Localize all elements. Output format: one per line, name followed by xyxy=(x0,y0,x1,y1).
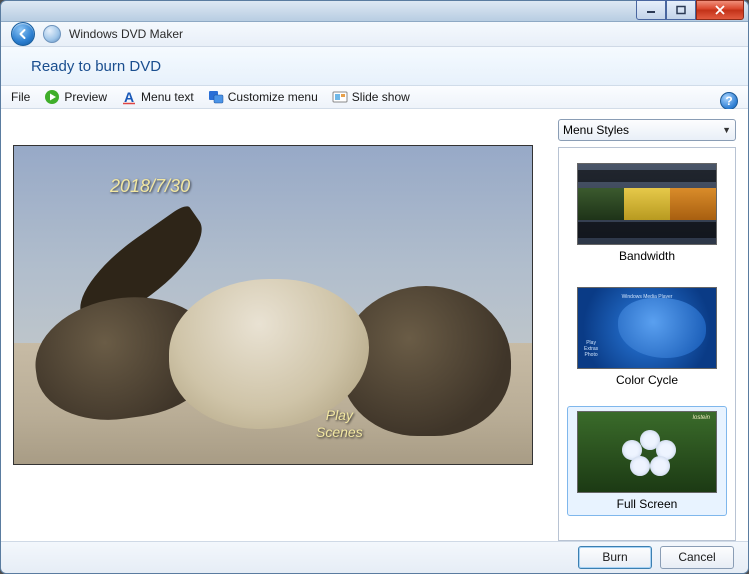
app-title: Windows DVD Maker xyxy=(69,27,183,41)
burn-button[interactable]: Burn xyxy=(578,546,652,569)
preview-menu-play: Play xyxy=(316,407,363,425)
maximize-button[interactable] xyxy=(666,0,696,20)
style-label: Color Cycle xyxy=(572,373,722,387)
maximize-icon xyxy=(675,5,687,15)
app-window: Windows DVD Maker Ready to burn DVD File… xyxy=(0,0,749,574)
preview-area: 2018/7/30 Play Scenes xyxy=(13,119,546,541)
preview-button[interactable]: Preview xyxy=(44,89,107,105)
play-icon xyxy=(44,89,60,105)
titlebar xyxy=(1,1,748,22)
close-button[interactable] xyxy=(696,0,744,20)
customize-icon xyxy=(208,89,224,105)
content-area: 2018/7/30 Play Scenes Menu Styles ▼ xyxy=(1,109,748,541)
styles-scroll[interactable]: Bandwidth Windows Media Player PlayExtra… xyxy=(559,148,735,540)
style-thumb xyxy=(577,163,717,245)
preview-menu-scenes: Scenes xyxy=(316,424,363,442)
minimize-button[interactable] xyxy=(636,0,666,20)
style-label: Full Screen xyxy=(572,497,722,511)
menu-styles-dropdown[interactable]: Menu Styles ▼ xyxy=(558,119,736,141)
toolbar: File Preview A Menu text Customize menu … xyxy=(1,86,748,108)
minimize-icon xyxy=(645,5,657,15)
back-button[interactable] xyxy=(11,22,35,46)
styles-panel: Menu Styles ▼ Bandwidth Windows Media Pl… xyxy=(558,119,736,541)
style-item-fullscreen[interactable]: lostein Full Screen xyxy=(567,406,727,516)
style-thumb: Windows Media Player PlayExtrasPhoto xyxy=(577,287,717,369)
close-icon xyxy=(714,5,726,15)
slideshow-label: Slide show xyxy=(352,90,410,104)
menu-text-button[interactable]: A Menu text xyxy=(121,89,194,105)
dropdown-label: Menu Styles xyxy=(563,123,629,137)
style-label: Bandwidth xyxy=(572,249,722,263)
app-icon xyxy=(43,25,61,43)
file-menu[interactable]: File xyxy=(11,90,30,104)
style-item-bandwidth[interactable]: Bandwidth xyxy=(567,158,727,268)
file-label: File xyxy=(11,90,30,104)
dvd-menu-preview: 2018/7/30 Play Scenes xyxy=(13,145,533,465)
chevron-down-icon: ▼ xyxy=(722,125,731,135)
customize-label: Customize menu xyxy=(228,90,318,104)
window-controls xyxy=(636,0,744,20)
preview-menu-overlay: Play Scenes xyxy=(316,407,363,442)
text-icon: A xyxy=(121,89,137,105)
styles-list: Bandwidth Windows Media Player PlayExtra… xyxy=(558,147,736,541)
menu-text-label: Menu text xyxy=(141,90,194,104)
preview-title-overlay: 2018/7/30 xyxy=(110,176,190,197)
banner-text: Ready to burn DVD xyxy=(31,58,161,75)
svg-text:A: A xyxy=(124,89,134,105)
slideshow-button[interactable]: Slide show xyxy=(332,89,410,105)
footer: Burn Cancel xyxy=(1,541,748,573)
customize-menu-button[interactable]: Customize menu xyxy=(208,89,318,105)
help-icon: ? xyxy=(725,94,732,108)
style-item-colorcycle[interactable]: Windows Media Player PlayExtrasPhoto Col… xyxy=(567,282,727,392)
preview-label: Preview xyxy=(64,90,107,104)
cancel-button[interactable]: Cancel xyxy=(660,546,734,569)
back-arrow-icon xyxy=(17,28,29,40)
header-row: Windows DVD Maker xyxy=(1,22,748,47)
style-thumb: lostein xyxy=(577,411,717,493)
page-banner: Ready to burn DVD xyxy=(1,47,748,87)
slideshow-icon xyxy=(332,89,348,105)
